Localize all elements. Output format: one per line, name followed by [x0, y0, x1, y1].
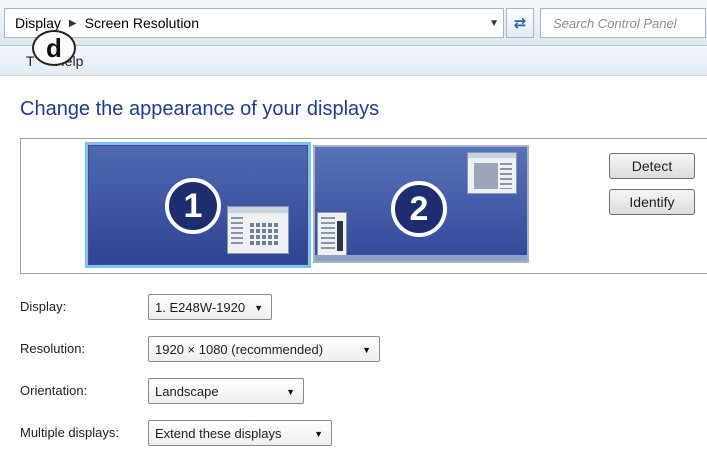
multiple-displays-select-value: Extend these displays — [155, 425, 282, 441]
window-thumbnail-icon — [467, 152, 517, 194]
chevron-down-icon: ▼ — [362, 345, 371, 355]
monitor-2[interactable]: 2 — [313, 145, 529, 263]
display-select-value: 1. E248W-1920 — [155, 299, 246, 315]
monitor-1-number: 1 — [165, 178, 221, 234]
orientation-select[interactable]: Landscape ▼ — [148, 378, 304, 404]
step-badge: d — [32, 30, 76, 66]
chevron-down-icon[interactable]: ▼ — [489, 18, 499, 29]
detect-button[interactable]: Detect — [609, 153, 695, 179]
window-thumbnail-icon — [317, 212, 347, 256]
resolution-select[interactable]: 1920 × 1080 (recommended) ▼ — [148, 336, 380, 362]
page-title: Change the appearance of your displays — [20, 98, 380, 120]
monitor-2-number: 2 — [391, 181, 447, 237]
orientation-select-value: Landscape — [155, 383, 219, 399]
breadcrumb[interactable]: Display ▶ Screen Resolution ▼ — [4, 8, 504, 38]
display-label: Display: — [20, 299, 67, 314]
multiple-displays-label: Multiple displays: — [20, 425, 119, 440]
chevron-right-icon: ▶ — [68, 17, 77, 29]
chevron-down-icon: ▼ — [254, 303, 263, 313]
display-select[interactable]: 1. E248W-1920 ▼ — [148, 294, 272, 320]
address-bar: Display ▶ Screen Resolution ▼ ⇄ Search C… — [0, 0, 707, 46]
resolution-label: Resolution: — [20, 341, 86, 356]
identify-button[interactable]: Identify — [609, 189, 695, 215]
search-input[interactable]: Search Control Panel — [540, 8, 706, 38]
chevron-down-icon: ▼ — [286, 387, 295, 397]
breadcrumb-screen-resolution[interactable]: Screen Resolution — [85, 15, 199, 31]
breadcrumb-display[interactable]: Display — [15, 15, 61, 31]
resolution-select-value: 1920 × 1080 (recommended) — [155, 341, 324, 357]
monitor-arrangement-panel: 1 2 Detect Identify — [20, 138, 707, 274]
window-thumbnail-icon — [227, 206, 289, 254]
multiple-displays-select[interactable]: Extend these displays ▼ — [148, 420, 332, 446]
chevron-down-icon: ▼ — [314, 429, 323, 439]
menu-bar: T Help — [0, 46, 707, 76]
orientation-label: Orientation: — [20, 383, 88, 398]
refresh-icon[interactable]: ⇄ — [506, 8, 534, 38]
monitor-1[interactable]: 1 — [88, 145, 308, 265]
